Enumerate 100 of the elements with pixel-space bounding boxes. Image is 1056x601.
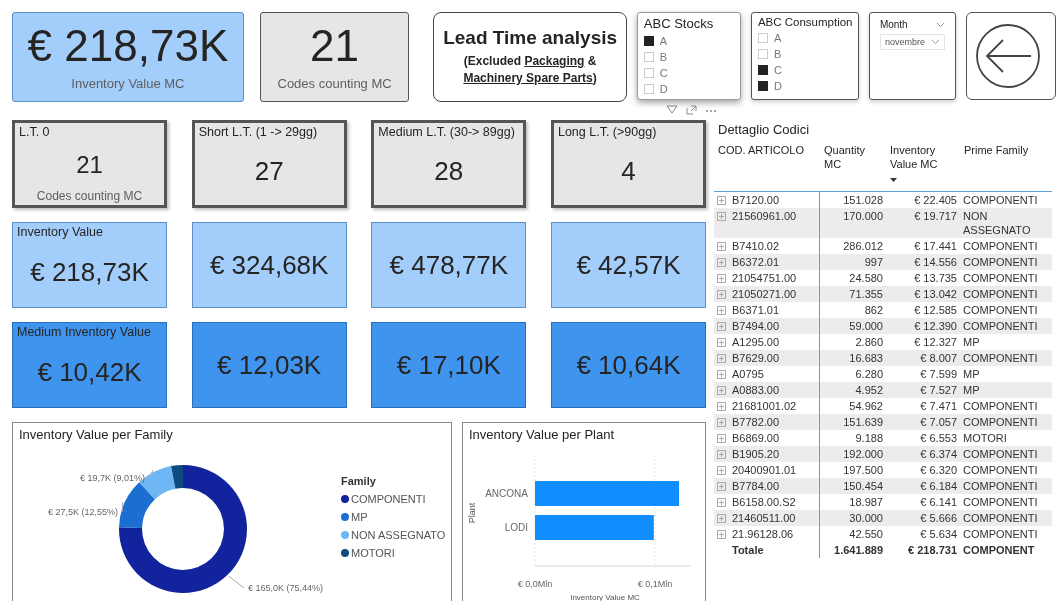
slicer-option[interactable]: D	[659, 83, 668, 95]
expand-icon[interactable]	[717, 514, 726, 524]
legend-label: MP	[351, 511, 368, 523]
table-cell: € 13.042	[914, 287, 957, 302]
table-cell: B7629.00	[732, 351, 780, 366]
kpi-value: 4	[620, 155, 637, 189]
table-cell: 18.987	[849, 495, 883, 510]
expand-icon[interactable]	[717, 212, 726, 222]
expand-icon[interactable]	[717, 466, 726, 476]
chart-title: Inventory Value per Family	[19, 427, 174, 442]
slicer-option[interactable]: A	[773, 32, 782, 44]
expand-icon[interactable]	[717, 306, 726, 316]
table-cell: 2.860	[855, 335, 883, 350]
table-cell: 286.012	[843, 239, 883, 254]
table-cell: € 17.441	[914, 239, 957, 254]
card-title: Inventory Value	[17, 225, 104, 241]
table-cell: € 12.585	[914, 303, 957, 318]
legend-label: NON ASSEGNATO	[351, 529, 446, 541]
table-cell: 21560961.00	[732, 209, 797, 224]
category-label: LODI	[504, 522, 528, 533]
table-cell: 151.028	[843, 193, 883, 208]
table-cell: € 7.057	[920, 415, 957, 430]
kpi-value: € 17,10K	[395, 348, 502, 382]
checkbox[interactable]	[757, 65, 768, 75]
table-cell: 42.550	[849, 527, 883, 542]
table-cell: 59.000	[849, 319, 883, 334]
total-cell: Totale	[732, 543, 764, 558]
expand-icon[interactable]	[717, 530, 726, 540]
kpi-label: Inventory Value MC	[71, 75, 185, 91]
filter-icon[interactable]	[665, 105, 678, 115]
table-cell: COMPONENTI	[963, 271, 1038, 286]
expand-icon[interactable]	[717, 370, 726, 380]
slicer-option[interactable]: A	[659, 35, 668, 47]
table-cell: COMPONENTI	[963, 527, 1038, 542]
table-cell: 192.000	[843, 447, 883, 462]
back-button[interactable]	[966, 12, 1056, 100]
table-cell: B7784.00	[732, 479, 780, 494]
table-cell: € 6.184	[920, 479, 957, 494]
expand-icon[interactable]	[717, 386, 726, 396]
table-cell: B7494.00	[732, 319, 780, 334]
table-cell: 4.952	[855, 383, 883, 398]
total-cell: € 218.731	[908, 543, 957, 558]
kpi-value: € 218,73K	[29, 256, 150, 290]
slicer-option[interactable]: B	[659, 51, 668, 63]
expand-icon[interactable]	[717, 196, 726, 206]
table-cell: € 6.320	[920, 463, 957, 478]
chevron-icon	[931, 39, 940, 45]
table-cell: B6371.01	[732, 303, 780, 318]
table-cell: 20400901.01	[732, 463, 797, 478]
leader-line	[148, 469, 154, 479]
expand-icon[interactable]	[717, 418, 726, 428]
checkbox[interactable]	[643, 36, 654, 46]
table-cell: COMPONENTI	[963, 463, 1038, 478]
table-cell-text: NON ASSEGNATO	[963, 209, 1032, 238]
data-label: € 27,5K (12,55%)	[47, 507, 118, 517]
table-title: Dettaglio Codici	[718, 122, 811, 137]
expand-icon[interactable]	[717, 482, 726, 492]
table-cell: B1905.20	[732, 447, 780, 462]
slicer-option[interactable]: C	[773, 64, 782, 76]
expand-icon[interactable]	[717, 290, 726, 300]
data-label: € 19,7K (9,01%)	[79, 473, 145, 483]
expand-icon[interactable]	[717, 242, 726, 252]
expand-icon[interactable]	[717, 434, 726, 444]
chevron-icon[interactable]	[936, 21, 945, 28]
card-title: Short L.T. (1 -> 29gg)	[198, 125, 319, 141]
expand-icon[interactable]	[717, 354, 726, 364]
table-cell: 6.280	[855, 367, 883, 382]
legend-label: COMPONENTI	[351, 493, 426, 505]
expand-icon[interactable]	[717, 338, 726, 348]
expand-icon[interactable]	[717, 402, 726, 412]
table-cell: COMPONENTI	[963, 255, 1038, 270]
table-cell: 150.454	[843, 479, 883, 494]
axis-title: Plant	[467, 502, 477, 524]
expand-icon[interactable]	[717, 498, 726, 508]
expand-icon[interactable]	[717, 258, 726, 268]
checkbox[interactable]	[757, 81, 768, 91]
expand-icon[interactable]	[717, 450, 726, 460]
table-cell: COMPONENTI	[963, 239, 1038, 254]
table-cell: COMPONENTI	[963, 351, 1038, 366]
table-cell: € 6.141	[920, 495, 957, 510]
kpi-value: € 42,57K	[575, 248, 682, 282]
table-cell: COMPONENTI	[963, 287, 1038, 302]
leader-line	[121, 501, 124, 513]
month-dropdown[interactable]: novembre	[879, 34, 945, 50]
kpi-value: 21	[310, 23, 360, 68]
expand-icon[interactable]	[685, 105, 697, 115]
data-label: € 165,0K (75,44%)	[248, 583, 324, 593]
table-cell: € 12.327	[914, 335, 957, 350]
table-cell: 54.962	[849, 399, 883, 414]
kpi-label: Codes counting MC	[35, 189, 144, 203]
expand-icon[interactable]	[717, 322, 726, 332]
slicer-option[interactable]: C	[659, 67, 668, 79]
slicer-option[interactable]: D	[773, 80, 782, 92]
slicer-option[interactable]: B	[773, 48, 782, 60]
card-title: Medium Inventory Value	[17, 325, 152, 341]
expand-icon[interactable]	[717, 274, 726, 284]
table-cell: COMPONENTI	[963, 447, 1038, 462]
table-cell: 21054751.00	[732, 271, 797, 286]
table-cell: COMPONENTI	[963, 399, 1038, 414]
kpi-value: € 218,73K	[27, 23, 229, 68]
